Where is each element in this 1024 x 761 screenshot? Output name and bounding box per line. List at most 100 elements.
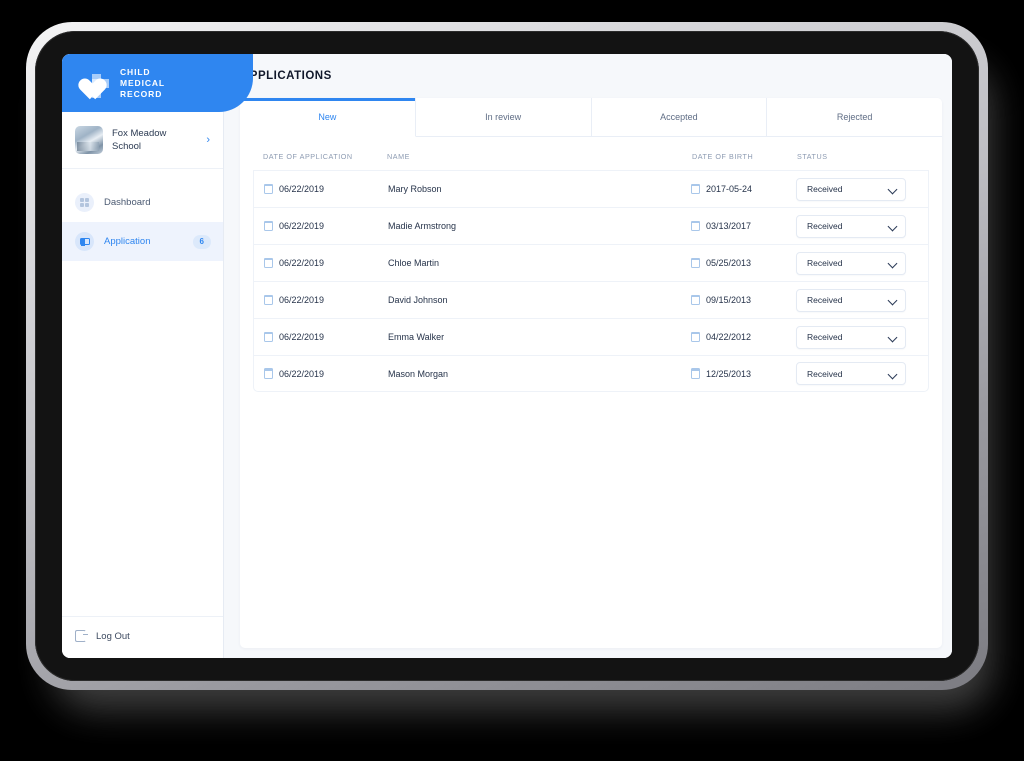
calendar-icon xyxy=(690,257,701,268)
table-row[interactable]: 06/22/2019 Chloe Martin 05/25/2013 Recei… xyxy=(253,244,929,281)
brand-line-1: CHILD xyxy=(120,66,151,77)
column-header-date-of-application: DATE OF APPLICATION xyxy=(263,152,353,161)
tab-new[interactable]: New xyxy=(240,98,416,137)
tab-bar: New In review Accepted Rejected xyxy=(240,98,942,137)
table-row[interactable]: 06/22/2019 Madie Armstrong 03/13/2017 Re… xyxy=(253,207,929,244)
date-of-birth-value: 04/22/2012 xyxy=(706,332,752,342)
cell-status: Received xyxy=(796,362,918,385)
tab-accepted[interactable]: Accepted xyxy=(591,98,768,137)
table-row[interactable]: 06/22/2019 Mary Robson 2017-05-24 Receiv… xyxy=(253,170,929,207)
status-value: Received xyxy=(807,184,843,194)
tab-rejected[interactable]: Rejected xyxy=(767,98,942,137)
status-dropdown[interactable]: Received xyxy=(796,251,906,275)
logout-label: Log Out xyxy=(96,630,130,642)
table-row[interactable]: 06/22/2019 Emma Walker 04/22/2012 Receiv… xyxy=(253,318,929,355)
calendar-icon xyxy=(263,183,274,194)
applications-panel: New In review Accepted Rejected DATE OF … xyxy=(240,98,942,648)
cell-status: Received xyxy=(796,288,918,312)
status-dropdown[interactable]: Received xyxy=(796,325,906,349)
cell-date-of-application: 06/22/2019 xyxy=(263,257,388,268)
status-dropdown[interactable]: Received xyxy=(796,177,906,201)
cell-date-of-application: 06/22/2019 xyxy=(263,368,388,379)
chevron-down-icon xyxy=(889,333,897,341)
cell-name: Madie Armstrong xyxy=(388,221,457,231)
date-of-birth-value: 05/25/2013 xyxy=(706,258,752,268)
brand-logo: CHILD MEDICAL RECORD xyxy=(62,54,253,112)
logout-icon xyxy=(75,630,88,642)
cell-status: Received xyxy=(796,325,918,349)
cell-name: Mary Robson xyxy=(388,184,442,194)
applications-table: DATE OF APPLICATION NAME DATE OF BIRTH S… xyxy=(240,137,942,648)
sidebar: CHILD MEDICAL RECORD Fox Meadow School ›… xyxy=(62,54,253,658)
school-thumbnail-image xyxy=(75,126,103,154)
status-value: Received xyxy=(807,368,843,379)
cell-date-of-application: 06/22/2019 xyxy=(263,331,388,342)
cell-name: David Johnson xyxy=(388,295,448,305)
calendar-icon xyxy=(263,294,274,305)
status-dropdown[interactable]: Received xyxy=(796,214,906,238)
table-row[interactable]: 06/22/2019 David Johnson 09/15/2013 Rece… xyxy=(253,281,929,318)
status-dropdown[interactable]: Received xyxy=(796,362,906,385)
date-of-application-value: 06/22/2019 xyxy=(279,368,325,379)
chevron-down-icon xyxy=(889,185,897,193)
calendar-icon xyxy=(690,368,701,379)
cell-name: Emma Walker xyxy=(388,332,445,342)
date-of-application-value: 06/22/2019 xyxy=(279,258,325,268)
chevron-down-icon xyxy=(889,259,897,267)
table-header-row: DATE OF APPLICATION NAME DATE OF BIRTH S… xyxy=(253,152,929,170)
calendar-icon xyxy=(690,331,701,342)
cell-date-of-birth: 12/25/2013 xyxy=(690,368,796,379)
date-of-birth-value: 03/13/2017 xyxy=(706,221,752,231)
tab-label: Accepted xyxy=(660,112,698,122)
chevron-right-icon: › xyxy=(206,134,210,146)
sidebar-nav: Dashboard Application 6 xyxy=(62,169,223,261)
status-value: Received xyxy=(807,258,843,268)
school-selector[interactable]: Fox Meadow School › xyxy=(62,112,223,169)
cell-date-of-birth: 04/22/2012 xyxy=(690,331,796,342)
sidebar-item-application[interactable]: Application 6 xyxy=(62,222,223,261)
date-of-birth-value: 2017-05-24 xyxy=(706,184,753,194)
application-count-badge: 6 xyxy=(192,234,211,249)
tab-label: New xyxy=(318,112,337,122)
page-title: APPLICATIONS xyxy=(241,70,332,82)
column-header-name: NAME xyxy=(387,152,410,161)
cell-date-of-birth: 2017-05-24 xyxy=(690,183,796,194)
table-row[interactable]: 06/22/2019 Mason Morgan 12/25/2013 Recei… xyxy=(253,355,929,392)
calendar-icon xyxy=(263,257,274,268)
date-of-birth-value: 12/25/2013 xyxy=(706,368,752,379)
cell-date-of-application: 06/22/2019 xyxy=(263,294,388,305)
heart-cross-logo-icon xyxy=(75,66,111,100)
date-of-application-value: 06/22/2019 xyxy=(279,332,325,342)
sidebar-item-dashboard[interactable]: Dashboard xyxy=(62,183,223,222)
application-icon xyxy=(75,232,94,251)
calendar-icon xyxy=(690,294,701,305)
chevron-down-icon xyxy=(889,370,897,378)
screenshot-canvas: CHILD MEDICAL RECORD Fox Meadow School ›… xyxy=(0,0,1024,761)
date-of-application-value: 06/22/2019 xyxy=(279,295,325,305)
chevron-down-icon xyxy=(889,222,897,230)
chevron-down-icon xyxy=(889,296,897,304)
cell-status: Received xyxy=(796,214,918,238)
cell-name: Chloe Martin xyxy=(388,258,440,268)
cell-status: Received xyxy=(796,251,918,275)
calendar-icon xyxy=(263,331,274,342)
cell-status: Received xyxy=(796,177,918,201)
tablet-screen: CHILD MEDICAL RECORD Fox Meadow School ›… xyxy=(62,54,952,658)
cell-date-of-application: 06/22/2019 xyxy=(263,220,388,231)
cell-date-of-birth: 03/13/2017 xyxy=(690,220,796,231)
cell-name: Mason Morgan xyxy=(388,368,449,379)
grid-icon xyxy=(75,193,94,212)
logout-button[interactable]: Log Out xyxy=(62,616,223,658)
date-of-application-value: 06/22/2019 xyxy=(279,184,325,194)
brand-name: CHILD MEDICAL RECORD xyxy=(120,67,165,100)
sidebar-item-label: Dashboard xyxy=(104,197,151,208)
calendar-icon xyxy=(690,183,701,194)
column-header-status: STATUS xyxy=(797,152,828,161)
calendar-icon xyxy=(263,368,274,379)
status-dropdown[interactable]: Received xyxy=(796,288,906,312)
date-of-application-value: 06/22/2019 xyxy=(279,221,325,231)
status-value: Received xyxy=(807,332,843,342)
tab-in-review[interactable]: In review xyxy=(415,98,592,137)
school-name: Fox Meadow School xyxy=(112,128,167,152)
